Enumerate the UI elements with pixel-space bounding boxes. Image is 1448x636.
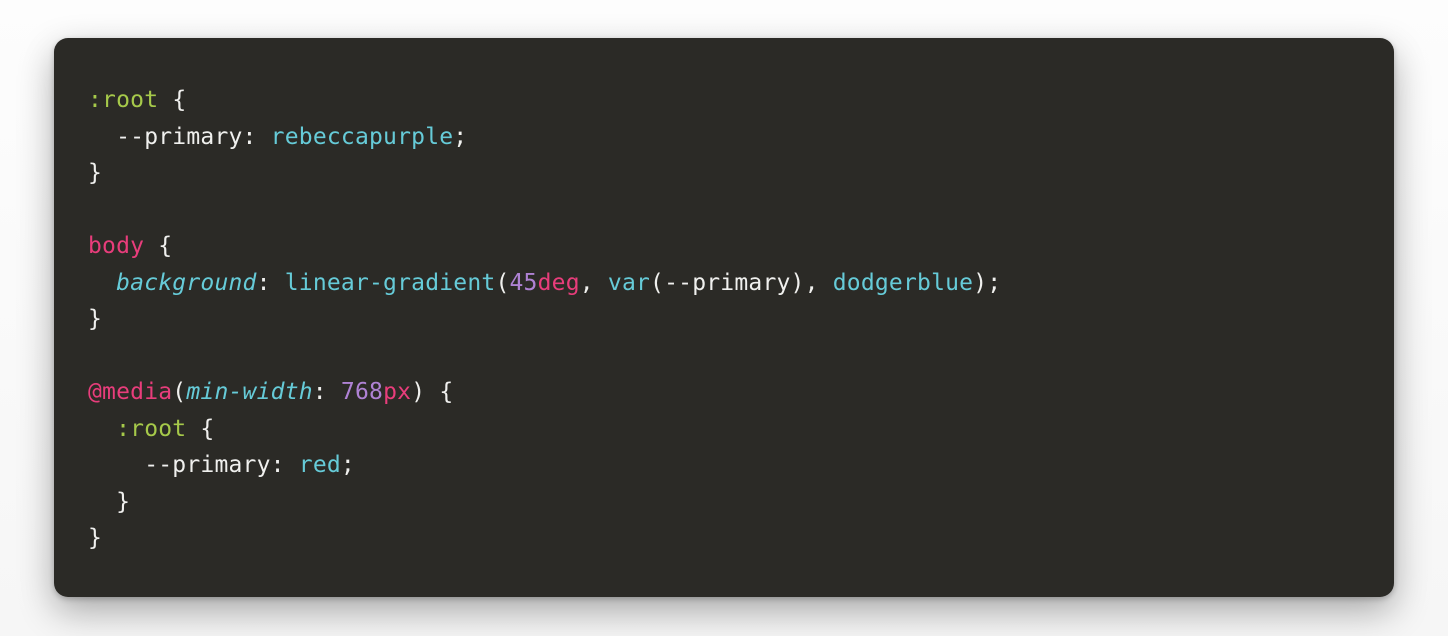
code-token: [88, 416, 116, 442]
code-token: [88, 124, 116, 150]
code-token: (: [495, 270, 509, 296]
code-token: [594, 270, 608, 296]
code-token: [186, 416, 200, 442]
code-token: [88, 489, 116, 515]
code-token: (: [650, 270, 664, 296]
page-background: :root { --primary: rebeccapurple; } body…: [0, 0, 1448, 636]
code-token: :: [257, 270, 271, 296]
code-token: :: [243, 124, 257, 150]
code-token: {: [158, 233, 172, 259]
code-token: ,: [580, 270, 594, 296]
code-token: @media: [88, 379, 172, 405]
code-token: ): [791, 270, 805, 296]
code-token: dodgerblue: [833, 270, 973, 296]
code-token: red: [299, 452, 341, 478]
code-token: --primary: [144, 452, 270, 478]
code-token: [144, 233, 158, 259]
code-token: }: [88, 160, 102, 186]
code-token: body: [88, 233, 144, 259]
code-token: 45: [510, 270, 538, 296]
code-token: [425, 379, 439, 405]
code-token: [285, 452, 299, 478]
code-token: ;: [341, 452, 355, 478]
code-token: :root: [116, 416, 186, 442]
code-token: ;: [453, 124, 467, 150]
code-token: [257, 124, 271, 150]
code-token: (: [172, 379, 186, 405]
code-token: :root: [88, 87, 158, 113]
code-token: [158, 87, 172, 113]
code-token: [819, 270, 833, 296]
code-token: px: [383, 379, 411, 405]
code-token: background: [116, 270, 256, 296]
code-card: :root { --primary: rebeccapurple; } body…: [54, 38, 1394, 597]
code-block: :root { --primary: rebeccapurple; } body…: [88, 82, 1360, 557]
code-token: [271, 270, 285, 296]
code-token: deg: [538, 270, 580, 296]
code-token: var: [608, 270, 650, 296]
code-token: {: [439, 379, 453, 405]
code-token: }: [116, 489, 130, 515]
code-token: {: [172, 87, 186, 113]
code-token: ,: [805, 270, 819, 296]
code-token: 768: [341, 379, 383, 405]
code-token: [88, 452, 144, 478]
code-token: ): [973, 270, 987, 296]
code-token: ): [411, 379, 425, 405]
code-token: --primary: [116, 124, 242, 150]
code-token: }: [88, 306, 102, 332]
code-token: --primary: [664, 270, 790, 296]
code-token: min-width: [186, 379, 312, 405]
code-token: [88, 270, 116, 296]
code-token: ;: [987, 270, 1001, 296]
code-token: linear-gradient: [285, 270, 496, 296]
code-token: rebeccapurple: [271, 124, 454, 150]
code-token: :: [271, 452, 285, 478]
code-token: :: [313, 379, 327, 405]
code-token: }: [88, 525, 102, 551]
code-token: [327, 379, 341, 405]
code-token: {: [200, 416, 214, 442]
